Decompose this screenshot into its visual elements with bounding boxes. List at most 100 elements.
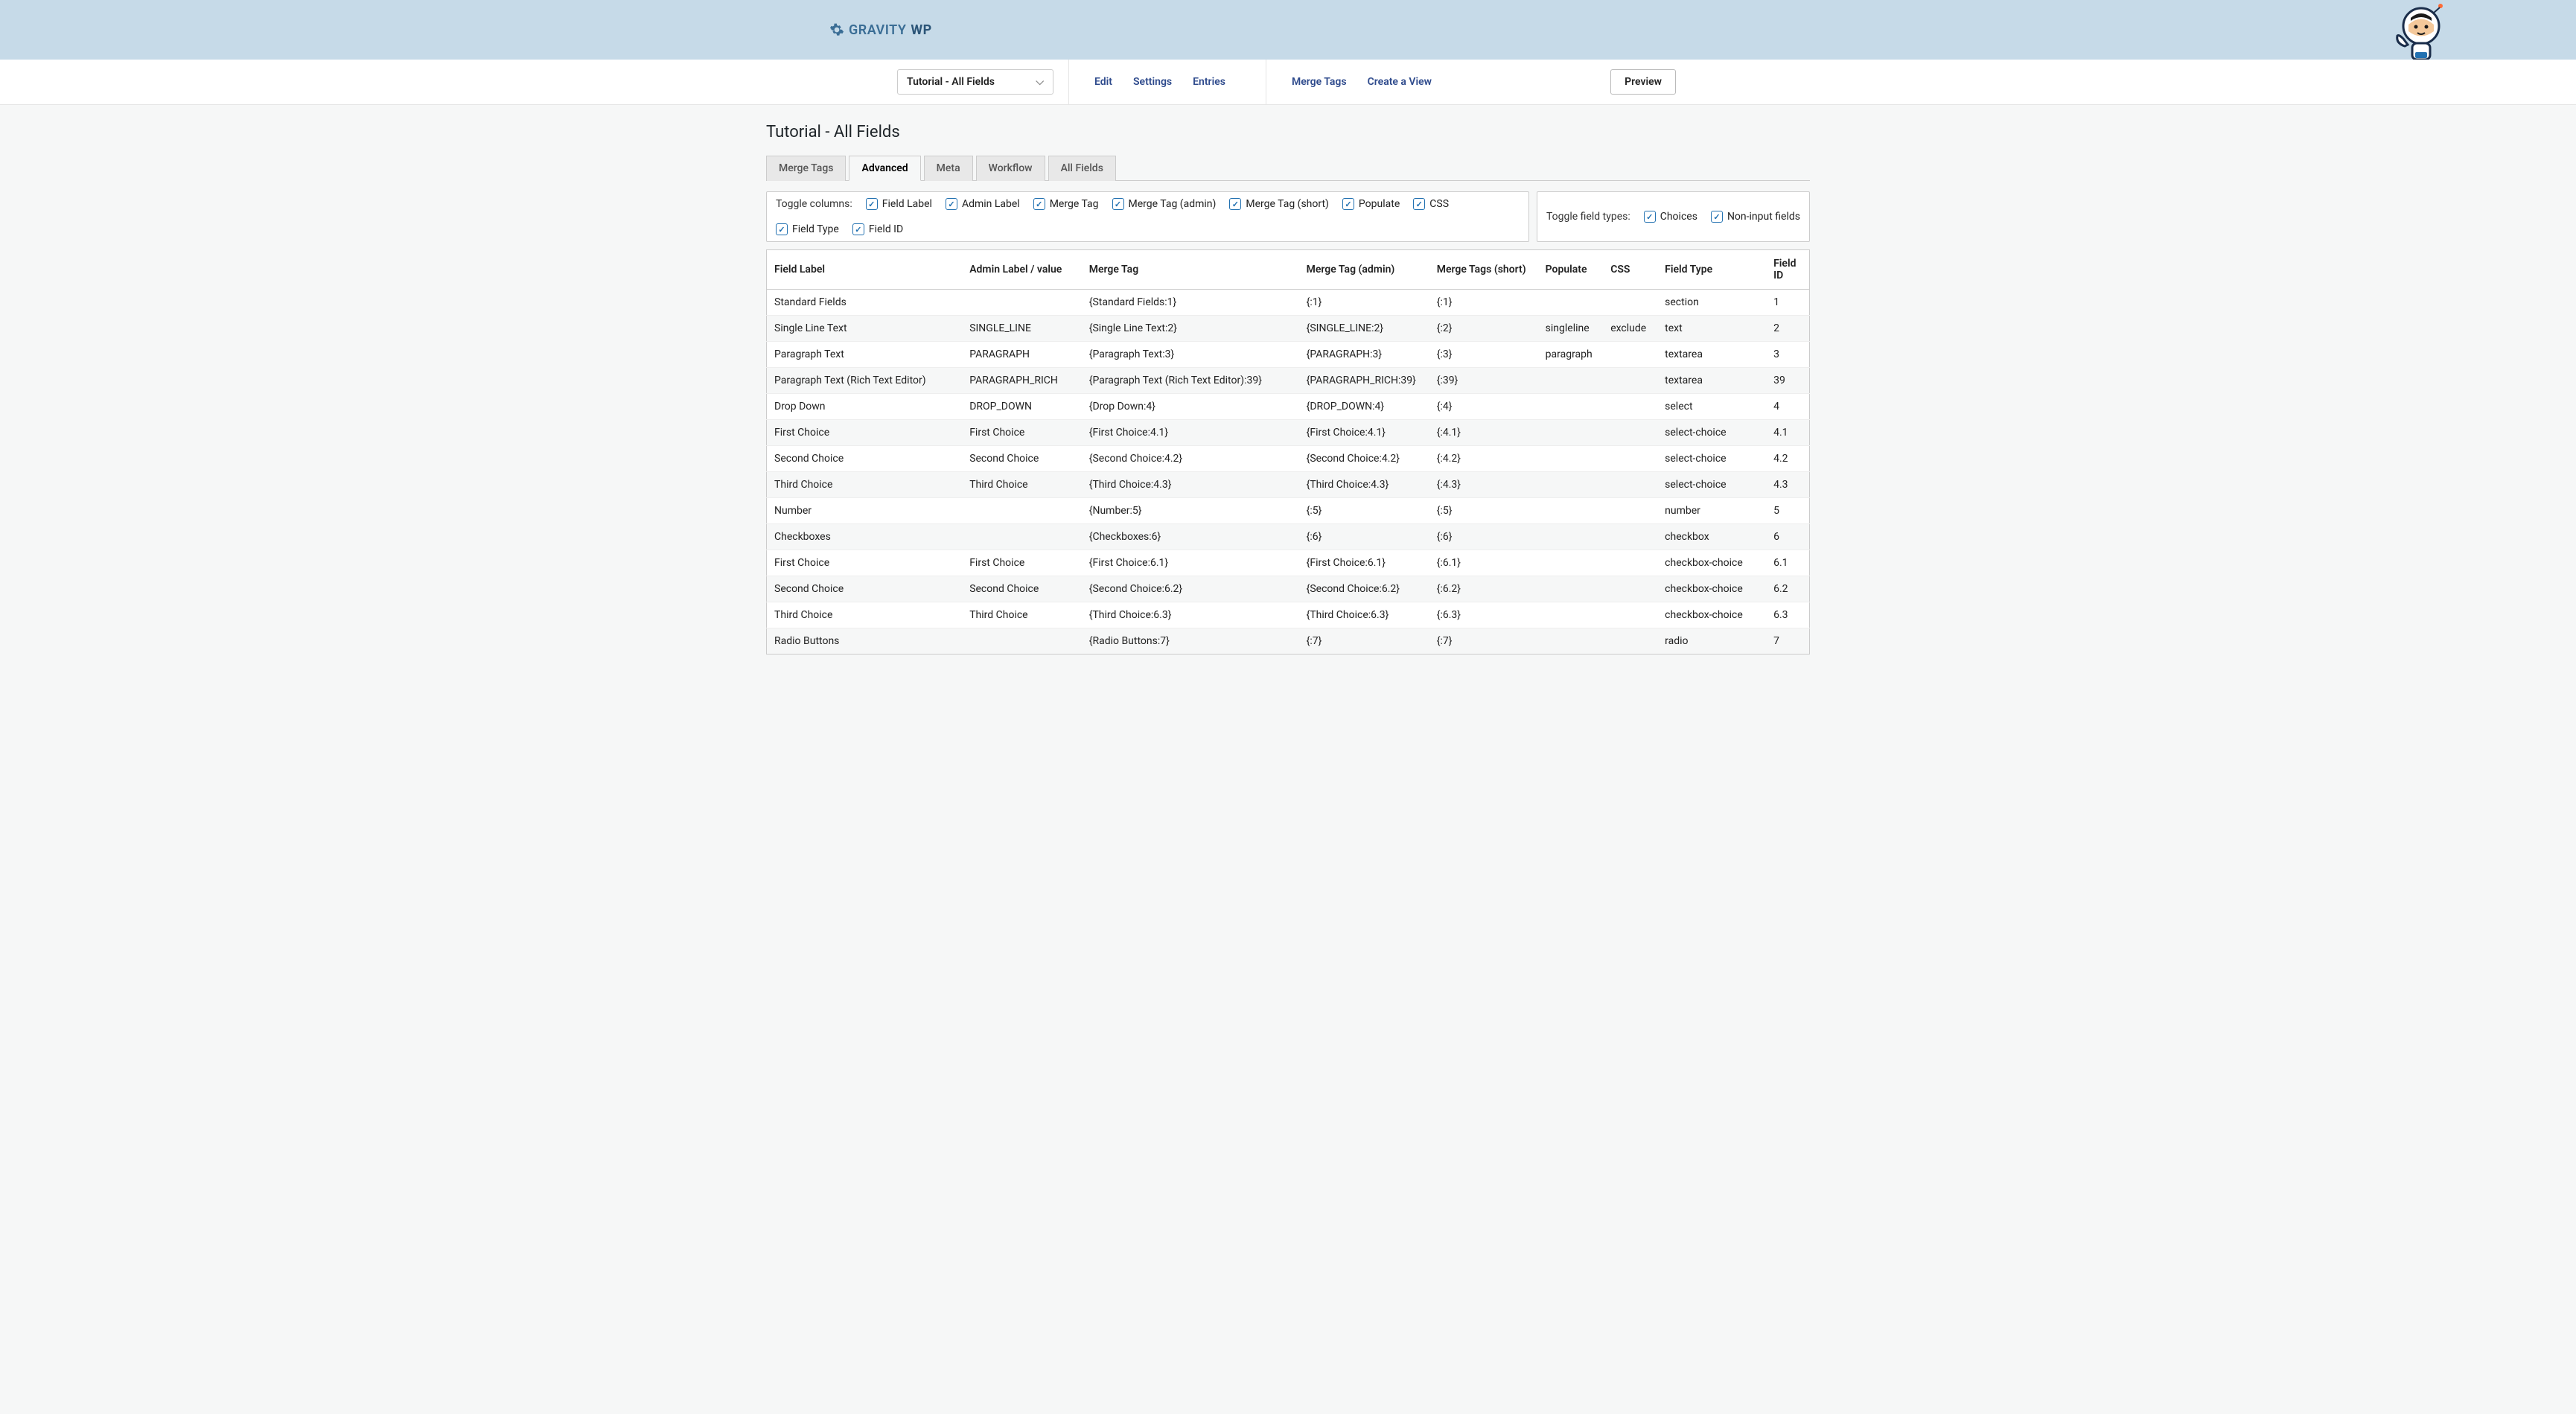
cell-admin-label[interactable]: First Choice [962, 420, 1082, 446]
cell-merge-tag-short[interactable]: {:4} [1429, 394, 1538, 420]
cell-merge-tag-short[interactable]: {:6.1} [1429, 550, 1538, 576]
cell-css[interactable]: exclude [1603, 316, 1657, 342]
col-merge-tag[interactable]: Merge Tag [1082, 250, 1299, 290]
cell-merge-tag[interactable]: {First Choice:4.1} [1082, 420, 1299, 446]
cell-populate[interactable] [1538, 602, 1604, 628]
toggle-non-input[interactable]: Non-input fields [1711, 211, 1800, 223]
cell-merge-tag-short[interactable]: {:5} [1429, 498, 1538, 524]
form-selector-dropdown[interactable]: Tutorial - All Fields ⌵ [897, 69, 1053, 95]
cell-merge-tag[interactable]: {Second Choice:4.2} [1082, 446, 1299, 472]
nav-create-view[interactable]: Create a View [1357, 76, 1442, 88]
cell-populate[interactable] [1538, 368, 1604, 394]
cell-merge-tag[interactable]: {Radio Buttons:7} [1082, 628, 1299, 655]
cell-admin-label[interactable] [962, 498, 1082, 524]
cell-field-label[interactable]: Second Choice [767, 446, 963, 472]
col-merge-tag-admin[interactable]: Merge Tag (admin) [1299, 250, 1429, 290]
cell-populate[interactable] [1538, 420, 1604, 446]
cell-field-id[interactable]: 1 [1766, 290, 1809, 316]
cell-merge-tag-admin[interactable]: {Third Choice:6.3} [1299, 602, 1429, 628]
cell-admin-label[interactable] [962, 290, 1082, 316]
cell-merge-tag[interactable]: {First Choice:6.1} [1082, 550, 1299, 576]
cell-css[interactable] [1603, 446, 1657, 472]
cell-admin-label[interactable]: Third Choice [962, 472, 1082, 498]
col-populate[interactable]: Populate [1538, 250, 1604, 290]
nav-merge-tags[interactable]: Merge Tags [1281, 76, 1357, 88]
col-field-id[interactable]: Field ID [1766, 250, 1809, 290]
cell-populate[interactable] [1538, 446, 1604, 472]
col-field-type[interactable]: Field Type [1657, 250, 1766, 290]
nav-settings[interactable]: Settings [1123, 76, 1182, 88]
cell-field-type[interactable]: checkbox-choice [1657, 576, 1766, 602]
cell-field-id[interactable]: 6.2 [1766, 576, 1809, 602]
cell-merge-tag-short[interactable]: {:1} [1429, 290, 1538, 316]
cell-field-type[interactable]: checkbox-choice [1657, 602, 1766, 628]
cell-merge-tag-admin[interactable]: {:5} [1299, 498, 1429, 524]
cell-admin-label[interactable]: Second Choice [962, 576, 1082, 602]
cell-field-id[interactable]: 4.3 [1766, 472, 1809, 498]
cell-admin-label[interactable]: PARAGRAPH [962, 342, 1082, 368]
cell-merge-tag-short[interactable]: {:4.2} [1429, 446, 1538, 472]
cell-populate[interactable] [1538, 394, 1604, 420]
cell-field-type[interactable]: checkbox-choice [1657, 550, 1766, 576]
cell-field-id[interactable]: 39 [1766, 368, 1809, 394]
cell-field-id[interactable]: 7 [1766, 628, 1809, 655]
toggle-populate[interactable]: Populate [1342, 198, 1400, 210]
tab-advanced[interactable]: Advanced [849, 156, 920, 181]
cell-merge-tag-admin[interactable]: {SINGLE_LINE:2} [1299, 316, 1429, 342]
cell-field-id[interactable]: 6.3 [1766, 602, 1809, 628]
cell-admin-label[interactable] [962, 524, 1082, 550]
cell-css[interactable] [1603, 394, 1657, 420]
cell-field-label[interactable]: Checkboxes [767, 524, 963, 550]
cell-admin-label[interactable]: Second Choice [962, 446, 1082, 472]
cell-css[interactable] [1603, 290, 1657, 316]
cell-merge-tag[interactable]: {Third Choice:6.3} [1082, 602, 1299, 628]
cell-field-label[interactable]: Single Line Text [767, 316, 963, 342]
cell-merge-tag-short[interactable]: {:39} [1429, 368, 1538, 394]
cell-field-label[interactable]: Drop Down [767, 394, 963, 420]
cell-field-type[interactable]: select-choice [1657, 420, 1766, 446]
cell-populate[interactable] [1538, 576, 1604, 602]
cell-field-id[interactable]: 2 [1766, 316, 1809, 342]
cell-merge-tag-short[interactable]: {:6.2} [1429, 576, 1538, 602]
cell-field-id[interactable]: 4 [1766, 394, 1809, 420]
cell-merge-tag[interactable]: {Standard Fields:1} [1082, 290, 1299, 316]
cell-admin-label[interactable]: Third Choice [962, 602, 1082, 628]
cell-merge-tag-short[interactable]: {:6.3} [1429, 602, 1538, 628]
cell-field-type[interactable]: radio [1657, 628, 1766, 655]
cell-merge-tag-admin[interactable]: {First Choice:4.1} [1299, 420, 1429, 446]
toggle-merge-tag-admin[interactable]: Merge Tag (admin) [1112, 198, 1217, 210]
cell-merge-tag-admin[interactable]: {:7} [1299, 628, 1429, 655]
cell-field-type[interactable]: select-choice [1657, 472, 1766, 498]
cell-field-id[interactable]: 3 [1766, 342, 1809, 368]
toggle-admin-label[interactable]: Admin Label [946, 198, 1020, 210]
nav-edit[interactable]: Edit [1084, 76, 1123, 88]
cell-field-label[interactable]: Radio Buttons [767, 628, 963, 655]
cell-css[interactable] [1603, 524, 1657, 550]
toggle-merge-tag[interactable]: Merge Tag [1033, 198, 1099, 210]
cell-merge-tag[interactable]: {Drop Down:4} [1082, 394, 1299, 420]
cell-merge-tag-short[interactable]: {:6} [1429, 524, 1538, 550]
cell-populate[interactable]: singleline [1538, 316, 1604, 342]
cell-field-id[interactable]: 5 [1766, 498, 1809, 524]
cell-merge-tag-admin[interactable]: {PARAGRAPH:3} [1299, 342, 1429, 368]
toggle-field-label[interactable]: Field Label [866, 198, 932, 210]
cell-field-label[interactable]: Paragraph Text (Rich Text Editor) [767, 368, 963, 394]
col-merge-tags-short[interactable]: Merge Tags (short) [1429, 250, 1538, 290]
cell-merge-tag-short[interactable]: {:4.1} [1429, 420, 1538, 446]
cell-field-type[interactable]: textarea [1657, 368, 1766, 394]
cell-css[interactable] [1603, 628, 1657, 655]
cell-css[interactable] [1603, 342, 1657, 368]
brand-logo[interactable]: GRAVITYWP [829, 22, 932, 38]
cell-css[interactable] [1603, 602, 1657, 628]
cell-admin-label[interactable]: PARAGRAPH_RICH [962, 368, 1082, 394]
toggle-merge-tag-short[interactable]: Merge Tag (short) [1229, 198, 1329, 210]
col-field-label[interactable]: Field Label [767, 250, 963, 290]
cell-merge-tag-admin[interactable]: {PARAGRAPH_RICH:39} [1299, 368, 1429, 394]
col-css[interactable]: CSS [1603, 250, 1657, 290]
cell-field-id[interactable]: 6 [1766, 524, 1809, 550]
toggle-css[interactable]: CSS [1413, 198, 1449, 210]
cell-admin-label[interactable] [962, 628, 1082, 655]
cell-field-type[interactable]: select [1657, 394, 1766, 420]
cell-merge-tag[interactable]: {Paragraph Text:3} [1082, 342, 1299, 368]
cell-field-label[interactable]: Number [767, 498, 963, 524]
